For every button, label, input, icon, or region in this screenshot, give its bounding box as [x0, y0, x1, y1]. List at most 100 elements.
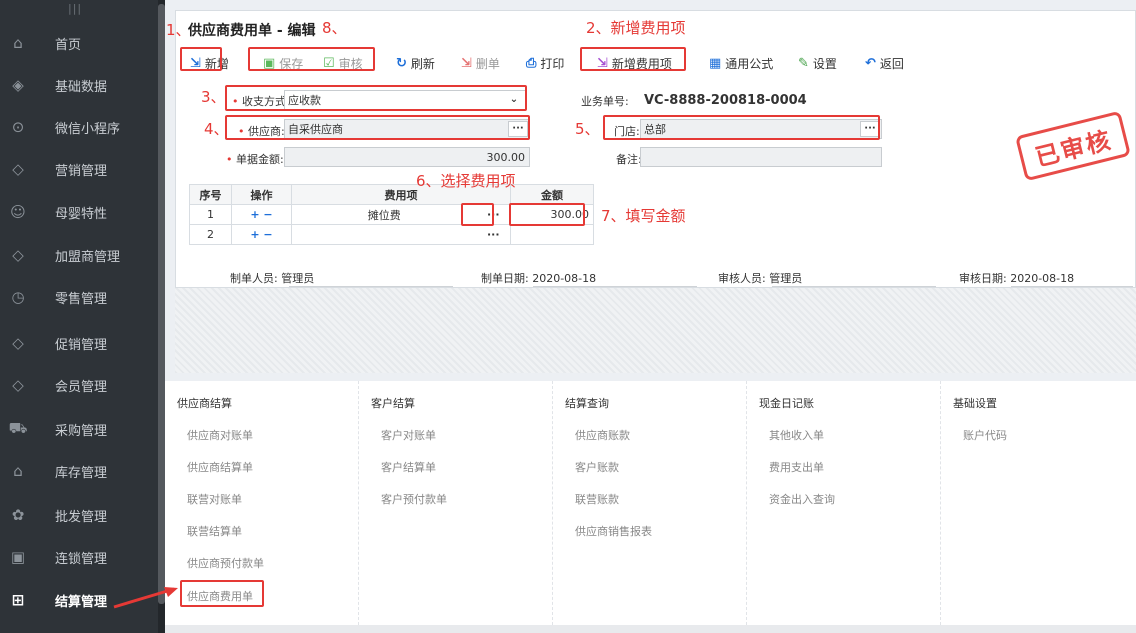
highlight-add-fee-item [580, 47, 686, 71]
menu-link-supplier-prepayment[interactable]: 供应商预付款单 [187, 555, 264, 571]
sidebar-item-label: 零售管理 [55, 291, 108, 307]
delete-button[interactable]: ⇲ 删单 [461, 51, 500, 75]
annotation-3: 3、 [201, 88, 226, 106]
warehouse-icon: ⌂ [13, 462, 23, 480]
annotation-5: 5、 [575, 120, 600, 138]
sidebar-item-label: 微信小程序 [55, 121, 121, 137]
sidebar-item-label: 首页 [55, 37, 82, 53]
sidebar-item-label: 批发管理 [55, 509, 108, 525]
bizno-value: VC-8888-200818-0004 [644, 92, 807, 108]
member-diamond-icon: ◇ [12, 376, 24, 394]
remark-label: 备注: [616, 153, 642, 166]
sidebar-item[interactable]: ◇ 促销管理 [0, 322, 158, 364]
annotation-6: 6、选择费用项 [416, 172, 516, 190]
sidebar-item-label: 母婴特性 [55, 206, 108, 222]
fee-item-picker-button[interactable]: ··· [476, 224, 511, 245]
sidebar-item-label: 营销管理 [55, 163, 108, 179]
amount-field: 300.00 [284, 147, 530, 167]
menu-link-expense[interactable]: 费用支出单 [769, 459, 824, 475]
menu-column-settlement-query: 结算查询 供应商账款 客户账款 联营账款 供应商销售报表 [553, 381, 747, 625]
settings-button-label: 设置 [812, 56, 837, 71]
amount-label: • 单据金额: [226, 153, 284, 166]
refresh-button[interactable]: ↻ 刷新 [396, 51, 435, 75]
menu-link-joint-account[interactable]: 联营账款 [575, 491, 619, 507]
sidebar-item[interactable]: ⛟ 采购管理 [0, 408, 158, 450]
sidebar-item[interactable]: ⌂ 首页 [0, 22, 158, 64]
sidebar-item-label: 促销管理 [55, 337, 108, 353]
sidebar-item-label: 加盟商管理 [55, 249, 121, 265]
sidebar-item[interactable]: ◇ 加盟商管理 [0, 234, 158, 276]
sidebar-item[interactable]: ▣ 连锁管理 [0, 536, 158, 578]
sidebar-item[interactable]: ◇ 营销管理 [0, 148, 158, 190]
row-add-remove-buttons[interactable]: + − [231, 204, 292, 225]
menu-column-title: 现金日记账 [759, 397, 814, 410]
menu-link-customer-statement[interactable]: 客户对账单 [381, 427, 436, 443]
col-header-ops: 操作 [231, 184, 292, 205]
creator-info: 制单人员: 管理员 [230, 272, 315, 285]
creator-underline [289, 286, 453, 287]
sidebar-item[interactable]: ⌂ 库存管理 [0, 450, 158, 492]
handshake-icon: ◇ [12, 246, 24, 264]
diamond-icon: ◇ [12, 160, 24, 178]
sidebar: ||| ⌂ 首页 ◈ 基础数据 ⊙ 微信小程序 ◇ 营销管理 ☺ 母婴特性 ◇ 加盟商管理 ◷ 零售管理 ◇… [0, 0, 165, 633]
fee-item-cell[interactable] [291, 224, 477, 245]
sidebar-item-label: 库存管理 [55, 465, 108, 481]
annotation-2: 2、新增费用项 [586, 19, 686, 37]
menu-link-supplier-statement[interactable]: 供应商对账单 [187, 427, 253, 443]
menu-link-customer-prepayment[interactable]: 客户预付款单 [381, 491, 447, 507]
settings-button[interactable]: ✎ 设置 [798, 51, 837, 75]
menu-link-supplier-sales-report[interactable]: 供应商销售报表 [575, 523, 652, 539]
menu-column-title: 客户结算 [371, 397, 415, 410]
home-icon: ⌂ [13, 34, 23, 52]
formula-button-label: 通用公式 [725, 56, 774, 71]
wholesale-icon: ✿ [11, 506, 25, 524]
sidebar-collapse-handle[interactable]: ||| [68, 2, 82, 15]
sidebar-item[interactable]: ◇ 会员管理 [0, 364, 158, 406]
menu-link-other-income[interactable]: 其他收入单 [769, 427, 824, 443]
fee-item-cell[interactable]: 摊位费 [291, 204, 477, 225]
row-add-remove-buttons[interactable]: + − [231, 224, 292, 245]
highlight-add-button [180, 47, 222, 71]
sidebar-item[interactable]: ⊙ 微信小程序 [0, 106, 158, 148]
menu-column-title: 基础设置 [953, 397, 997, 410]
bottom-edge [165, 625, 1136, 633]
sidebar-item[interactable]: ◷ 零售管理 [0, 276, 158, 318]
col-header-no: 序号 [189, 184, 232, 205]
menu-link-joint-settlement[interactable]: 联营结算单 [187, 523, 242, 539]
audit-date-info: 审核日期: 2020-08-18 [959, 272, 1075, 285]
sidebar-item-label: 连锁管理 [55, 551, 108, 567]
menu-column-basic-settings: 基础设置 账户代码 [941, 381, 1135, 625]
row-no: 1 [189, 204, 232, 225]
tag-icon: ◷ [11, 288, 25, 306]
sidebar-item[interactable]: ✿ 批发管理 [0, 494, 158, 536]
calculator-icon: ▦ [709, 55, 722, 71]
sidebar-item-label: 基础数据 [55, 79, 108, 95]
menu-link-customer-settlement[interactable]: 客户结算单 [381, 459, 436, 475]
menu-link-fund-query[interactable]: 资金出入查询 [769, 491, 835, 507]
menu-link-supplier-account[interactable]: 供应商账款 [575, 427, 630, 443]
back-button[interactable]: ↶ 返回 [865, 51, 904, 75]
annotation-7: 7、填写金额 [601, 207, 686, 225]
fee-amount-cell[interactable] [510, 224, 594, 245]
page-title: 供应商费用单 - 编辑 [188, 23, 316, 39]
delete-button-label: 删单 [475, 56, 500, 71]
bizno-label: 业务单号: [581, 95, 629, 108]
promo-tag-icon: ◇ [12, 334, 24, 352]
menu-link-customer-account[interactable]: 客户账款 [575, 459, 619, 475]
menu-link-joint-statement[interactable]: 联营对账单 [187, 491, 242, 507]
sidebar-item[interactable]: ☺ 母婴特性 [0, 191, 158, 233]
printer-icon: ⎙ [526, 55, 537, 71]
annotation-1: 1、 [166, 21, 191, 39]
mini-program-icon: ⊙ [11, 118, 25, 136]
delete-doc-icon: ⇲ [461, 55, 472, 71]
hatched-background [175, 288, 1136, 373]
remark-input[interactable] [640, 147, 882, 167]
settlement-menu-panel: 供应商结算 供应商对账单 供应商结算单 联营对账单 联营结算单 供应商预付款单 … [165, 381, 1136, 625]
print-button[interactable]: ⎙ 打印 [526, 51, 564, 75]
formula-button[interactable]: ▦ 通用公式 [709, 51, 773, 75]
refresh-icon: ↻ [396, 55, 407, 71]
menu-link-account-code[interactable]: 账户代码 [963, 427, 1007, 443]
menu-link-supplier-settlement[interactable]: 供应商结算单 [187, 459, 253, 475]
sidebar-item[interactable]: ◈ 基础数据 [0, 64, 158, 106]
sidebar-scrollbar-thumb[interactable] [158, 4, 165, 604]
